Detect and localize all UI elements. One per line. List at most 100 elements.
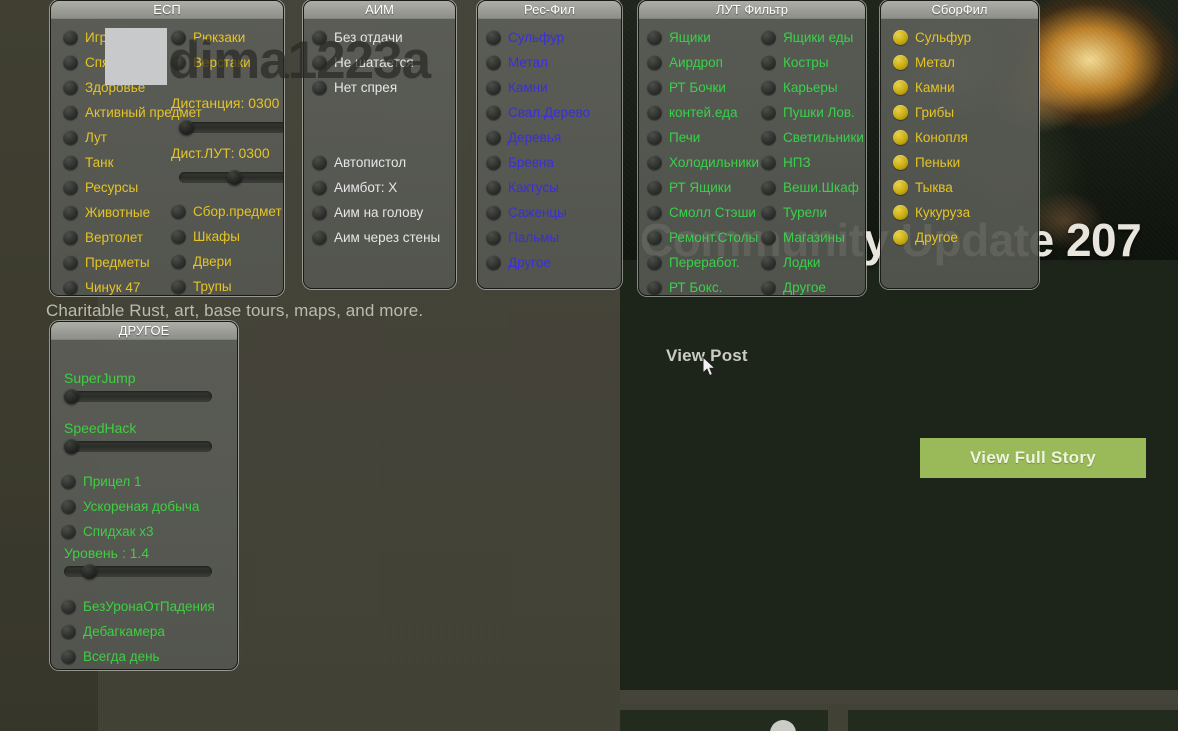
checkbox-icon[interactable] xyxy=(761,255,776,270)
panel-sborfil[interactable]: СборФил СульфурМеталКамниГрибыКонопляПен… xyxy=(880,0,1039,289)
bottom-card-right[interactable] xyxy=(848,710,1178,731)
loot-item-row[interactable]: РТ Бочки xyxy=(647,75,759,100)
checkbox-icon[interactable] xyxy=(893,55,908,70)
esp-item-row[interactable]: Трупы xyxy=(171,274,282,296)
checkbox-icon[interactable] xyxy=(761,55,776,70)
aim-item-row[interactable]: Автопистол xyxy=(312,150,440,175)
sborfil-item-row[interactable]: Камни xyxy=(893,75,971,100)
checkbox-icon[interactable] xyxy=(647,180,662,195)
superjump-slider[interactable] xyxy=(64,391,212,402)
checkbox-icon[interactable] xyxy=(61,499,76,514)
loot-item-row[interactable]: Печи xyxy=(647,125,759,150)
loot-item-row[interactable]: Светильники xyxy=(761,125,864,150)
aim-item-row[interactable]: Аимбот: X xyxy=(312,175,440,200)
loot-item-row[interactable]: Холодильники xyxy=(647,150,759,175)
speedhack-slider-knob[interactable] xyxy=(64,439,79,454)
loot-item-row[interactable]: Турели xyxy=(761,200,864,225)
checkbox-icon[interactable] xyxy=(171,30,186,45)
other-item-row[interactable]: Ускореная добыча xyxy=(61,494,199,519)
bottom-card-left[interactable] xyxy=(620,710,828,731)
checkbox-icon[interactable] xyxy=(63,130,78,145)
checkbox-icon[interactable] xyxy=(647,80,662,95)
checkbox-icon[interactable] xyxy=(486,230,501,245)
checkbox-icon[interactable] xyxy=(486,155,501,170)
other-item-row[interactable]: Дебагкамера xyxy=(61,619,215,644)
checkbox-icon[interactable] xyxy=(893,230,908,245)
checkbox-icon[interactable] xyxy=(486,80,501,95)
resfil-item-row[interactable]: Сульфур xyxy=(486,25,590,50)
checkbox-icon[interactable] xyxy=(647,155,662,170)
loot-item-row[interactable]: Костры xyxy=(761,50,864,75)
loot-item-row[interactable]: Ящики еды xyxy=(761,25,864,50)
checkbox-icon[interactable] xyxy=(893,180,908,195)
loot-item-row[interactable]: контей.еда xyxy=(647,100,759,125)
loot-item-row[interactable]: РТ Бокс. xyxy=(647,275,759,296)
checkbox-icon[interactable] xyxy=(761,180,776,195)
checkbox-icon[interactable] xyxy=(761,105,776,120)
checkbox-icon[interactable] xyxy=(647,280,662,295)
checkbox-icon[interactable] xyxy=(647,130,662,145)
aim-item-row[interactable]: Аим на голову xyxy=(312,200,440,225)
aim-item-row[interactable]: Не шатается xyxy=(312,50,440,75)
checkbox-icon[interactable] xyxy=(761,30,776,45)
checkbox-icon[interactable] xyxy=(893,130,908,145)
checkbox-icon[interactable] xyxy=(486,30,501,45)
checkbox-icon[interactable] xyxy=(171,204,186,219)
checkbox-icon[interactable] xyxy=(647,255,662,270)
esp-item-row[interactable]: Сбор.предмет xyxy=(171,199,282,224)
checkbox-icon[interactable] xyxy=(312,155,327,170)
checkbox-icon[interactable] xyxy=(63,180,78,195)
other-item-row[interactable]: Спидхак x3 xyxy=(61,519,199,544)
resfil-item-row[interactable]: Камни xyxy=(486,75,590,100)
panel-esp[interactable]: ЕСП ИгрокиСпящиеЗдоровьеАктивный предмет… xyxy=(50,0,284,296)
resfil-item-row[interactable]: Метал xyxy=(486,50,590,75)
checkbox-icon[interactable] xyxy=(63,230,78,245)
checkbox-icon[interactable] xyxy=(893,30,908,45)
checkbox-icon[interactable] xyxy=(893,205,908,220)
checkbox-icon[interactable] xyxy=(647,55,662,70)
loot-item-row[interactable]: Другое xyxy=(761,275,864,296)
checkbox-icon[interactable] xyxy=(61,599,76,614)
checkbox-icon[interactable] xyxy=(171,55,186,70)
loot-item-row[interactable]: Аирдроп xyxy=(647,50,759,75)
loot-item-row[interactable]: НПЗ xyxy=(761,150,864,175)
checkbox-icon[interactable] xyxy=(893,80,908,95)
resfil-item-row[interactable]: Пальмы xyxy=(486,225,590,250)
panel-loot-filter[interactable]: ЛУТ Фильтр ЯщикиАирдропРТ Бочкиконтей.ед… xyxy=(638,0,866,296)
loot-item-row[interactable]: Магазины xyxy=(761,225,864,250)
checkbox-icon[interactable] xyxy=(312,205,327,220)
checkbox-icon[interactable] xyxy=(486,130,501,145)
aim-item-row[interactable]: Нет спрея xyxy=(312,75,440,100)
sborfil-item-row[interactable]: Конопля xyxy=(893,125,971,150)
esp-distance-slider-knob[interactable] xyxy=(179,120,194,135)
checkbox-icon[interactable] xyxy=(61,524,76,539)
checkbox-icon[interactable] xyxy=(312,80,327,95)
aim-item-row[interactable]: Аим через стены xyxy=(312,225,440,250)
checkbox-icon[interactable] xyxy=(63,280,78,295)
superjump-slider-knob[interactable] xyxy=(64,389,79,404)
checkbox-icon[interactable] xyxy=(171,279,186,294)
loot-item-row[interactable]: Веши.Шкаф xyxy=(761,175,864,200)
loot-item-row[interactable]: Карьеры xyxy=(761,75,864,100)
checkbox-icon[interactable] xyxy=(312,30,327,45)
checkbox-icon[interactable] xyxy=(761,80,776,95)
sborfil-item-row[interactable]: Сульфур xyxy=(893,25,971,50)
checkbox-icon[interactable] xyxy=(63,55,78,70)
checkbox-icon[interactable] xyxy=(63,80,78,95)
loot-item-row[interactable]: РТ Ящики xyxy=(647,175,759,200)
checkbox-icon[interactable] xyxy=(647,205,662,220)
checkbox-icon[interactable] xyxy=(761,280,776,295)
checkbox-icon[interactable] xyxy=(171,254,186,269)
checkbox-icon[interactable] xyxy=(312,180,327,195)
checkbox-icon[interactable] xyxy=(63,105,78,120)
checkbox-icon[interactable] xyxy=(893,105,908,120)
checkbox-icon[interactable] xyxy=(486,180,501,195)
checkbox-icon[interactable] xyxy=(893,155,908,170)
resfil-item-row[interactable]: Бревна xyxy=(486,150,590,175)
resfil-item-row[interactable]: Кактусы xyxy=(486,175,590,200)
checkbox-icon[interactable] xyxy=(486,105,501,120)
level-slider[interactable] xyxy=(64,566,212,577)
panel-other[interactable]: ДРУГОЕ SuperJump SpeedHack Прицел 1Ускор… xyxy=(50,321,238,670)
checkbox-icon[interactable] xyxy=(312,230,327,245)
aim-item-row[interactable]: Без отдачи xyxy=(312,25,440,50)
